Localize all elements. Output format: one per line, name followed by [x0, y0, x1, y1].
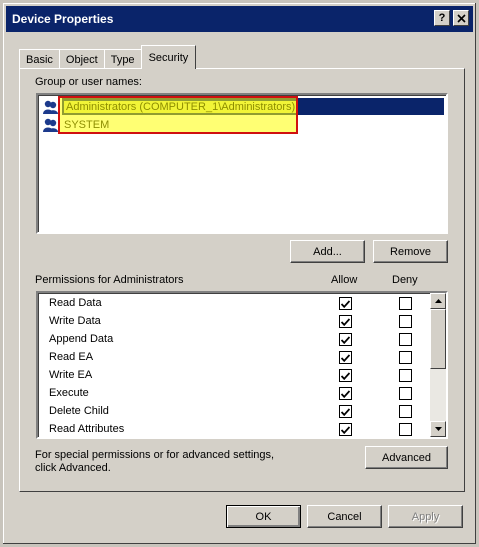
permission-name: Write Data — [49, 315, 101, 327]
permission-row: Read Attributes — [38, 420, 429, 437]
deny-checkbox[interactable] — [399, 387, 412, 400]
allow-checkbox[interactable] — [339, 369, 352, 382]
checkmark-icon — [341, 317, 350, 326]
allow-checkbox[interactable] — [339, 405, 352, 418]
deny-checkbox[interactable] — [399, 351, 412, 364]
close-icon — [456, 13, 466, 23]
permission-name: Execute — [49, 387, 89, 399]
permission-name: Write EA — [49, 369, 93, 381]
apply-button[interactable]: Apply — [388, 505, 463, 528]
title-bar[interactable]: Device Properties ? — [6, 6, 473, 32]
scroll-up-button[interactable] — [430, 293, 446, 309]
allow-checkbox[interactable] — [339, 423, 352, 436]
arrow-up-icon — [434, 299, 442, 303]
ok-button[interactable]: OK — [226, 505, 301, 528]
allow-checkbox[interactable] — [339, 297, 352, 310]
device-properties-window: Device Properties ? Basic Object Type Se… — [0, 0, 479, 547]
deny-checkbox[interactable] — [399, 405, 412, 418]
permissions-scrollbar[interactable] — [430, 293, 446, 437]
add-button[interactable]: Add... — [290, 240, 365, 263]
permission-name: Read Attributes — [49, 423, 125, 435]
allow-checkbox[interactable] — [339, 387, 352, 400]
user-name: SYSTEM — [64, 118, 110, 131]
scroll-thumb[interactable] — [430, 309, 446, 369]
user-list[interactable]: Administrators (COMPUTER_1\Administrator… — [36, 93, 448, 234]
checkmark-icon — [341, 407, 350, 416]
user-name: Administrators (COMPUTER_1\Administrator… — [64, 100, 298, 113]
checkmark-icon — [341, 335, 350, 344]
permission-row: Append Data — [38, 330, 429, 348]
allow-checkbox[interactable] — [339, 351, 352, 364]
permission-name: Append Data — [49, 333, 114, 345]
checkmark-icon — [341, 425, 350, 434]
tab-object[interactable]: Object — [58, 49, 105, 69]
allow-checkbox[interactable] — [339, 333, 352, 346]
scroll-down-button[interactable] — [430, 421, 446, 437]
cancel-button[interactable]: Cancel — [307, 505, 382, 528]
user-group-icon — [43, 100, 58, 114]
help-button[interactable]: ? — [434, 10, 450, 26]
advanced-note: For special permissions or for advanced … — [35, 449, 275, 474]
permissions-label: Permissions for Administrators — [35, 274, 184, 286]
deny-checkbox[interactable] — [399, 369, 412, 382]
permission-name: Read Data — [49, 297, 102, 309]
tab-strip: Basic Object Type Security — [19, 45, 197, 69]
permission-row: Write Data — [38, 312, 429, 330]
user-group-icon — [43, 118, 58, 132]
list-item-system[interactable]: SYSTEM — [42, 116, 444, 133]
arrow-down-icon — [434, 427, 442, 431]
close-button[interactable] — [453, 10, 469, 26]
deny-checkbox[interactable] — [399, 333, 412, 346]
list-item-administrators[interactable]: Administrators (COMPUTER_1\Administrator… — [42, 98, 444, 115]
deny-header: Deny — [392, 274, 418, 286]
remove-button[interactable]: Remove — [373, 240, 448, 263]
window-title: Device Properties — [12, 12, 114, 26]
checkmark-icon — [341, 371, 350, 380]
tab-basic[interactable]: Basic — [19, 49, 60, 69]
tab-security[interactable]: Security — [140, 45, 197, 69]
checkmark-icon — [341, 299, 350, 308]
permissions-list[interactable]: Read Data Write Data Append Data Read EA — [36, 291, 448, 439]
group-or-user-names-label: Group or user names: — [35, 76, 142, 88]
advanced-button[interactable]: Advanced — [365, 446, 448, 469]
permission-row: Read EA — [38, 348, 429, 366]
deny-checkbox[interactable] — [399, 423, 412, 436]
permission-row: Execute — [38, 384, 429, 402]
security-panel: Group or user names: Administrators (COM… — [19, 68, 465, 492]
permission-row: Read Data — [38, 294, 429, 312]
permission-row: Write EA — [38, 366, 429, 384]
allow-header: Allow — [331, 274, 358, 286]
permission-row: Delete Child — [38, 402, 429, 420]
deny-checkbox[interactable] — [399, 315, 412, 328]
tab-type[interactable]: Type — [103, 49, 142, 69]
deny-checkbox[interactable] — [399, 297, 412, 310]
permission-name: Delete Child — [49, 405, 109, 417]
checkmark-icon — [341, 353, 350, 362]
permission-name: Read EA — [49, 351, 94, 363]
allow-checkbox[interactable] — [339, 315, 352, 328]
checkmark-icon — [341, 389, 350, 398]
